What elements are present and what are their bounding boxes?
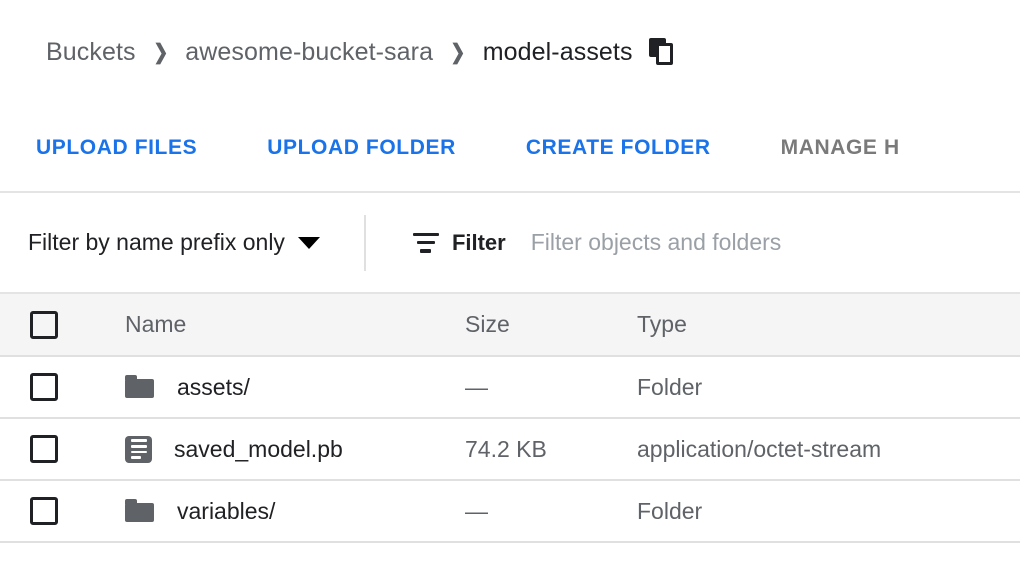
row-type-cell: application/octet-stream bbox=[637, 418, 1020, 480]
row-select-cell bbox=[0, 418, 125, 480]
filter-bar-2 bbox=[417, 241, 435, 245]
upload-files-button[interactable]: UPLOAD FILES bbox=[36, 136, 197, 160]
copy-icon[interactable] bbox=[649, 38, 677, 66]
table-header-row: Name Size Type bbox=[0, 294, 1020, 356]
breadcrumb-separator: ❯ bbox=[450, 42, 465, 63]
action-toolbar: UPLOAD FILES UPLOAD FOLDER CREATE FOLDER… bbox=[0, 104, 1020, 193]
row-name-cell: variables/ bbox=[125, 480, 465, 542]
column-header-size[interactable]: Size bbox=[465, 294, 637, 356]
filter-label: Filter bbox=[452, 230, 506, 256]
row-size-cell: — bbox=[465, 356, 637, 418]
row-size-cell: 74.2 KB bbox=[465, 418, 637, 480]
upload-folder-button[interactable]: UPLOAD FOLDER bbox=[267, 136, 456, 160]
breadcrumb: Buckets ❯ awesome-bucket-sara ❯ model-as… bbox=[0, 0, 1020, 104]
create-folder-button[interactable]: CREATE FOLDER bbox=[526, 136, 711, 160]
row-name-cell: assets/ bbox=[125, 356, 465, 418]
row-type-cell: Folder bbox=[637, 356, 1020, 418]
row-size-cell: — bbox=[465, 480, 637, 542]
object-name-link[interactable]: saved_model.pb bbox=[174, 436, 343, 463]
folder-icon bbox=[125, 496, 155, 526]
folder-icon-body bbox=[125, 379, 154, 398]
column-header-name[interactable]: Name bbox=[125, 294, 465, 356]
copy-icon-front bbox=[656, 43, 673, 65]
row-checkbox[interactable] bbox=[30, 373, 58, 401]
row-checkbox[interactable] bbox=[30, 435, 58, 463]
prefix-mode-label: Filter by name prefix only bbox=[28, 229, 285, 256]
table-row[interactable]: assets/ — Folder bbox=[0, 356, 1020, 418]
select-all-checkbox[interactable] bbox=[30, 311, 58, 339]
manage-holds-button[interactable]: MANAGE H bbox=[781, 136, 900, 160]
table-header: Name Size Type bbox=[0, 294, 1020, 356]
file-icon-line bbox=[131, 456, 141, 459]
breadcrumb-separator: ❯ bbox=[153, 42, 168, 63]
column-header-type[interactable]: Type bbox=[637, 294, 1020, 356]
filter-bar-1 bbox=[413, 233, 439, 237]
row-select-cell bbox=[0, 480, 125, 542]
folder-icon bbox=[125, 372, 155, 402]
object-name-link[interactable]: assets/ bbox=[177, 374, 250, 401]
toolbar-divider bbox=[364, 215, 366, 271]
file-icon-line bbox=[131, 451, 147, 454]
row-checkbox[interactable] bbox=[30, 497, 58, 525]
select-all-cell bbox=[0, 294, 125, 356]
filter-input[interactable] bbox=[531, 229, 951, 256]
object-table: Name Size Type assets/ — Folder bbox=[0, 294, 1020, 543]
file-icon-line bbox=[131, 445, 147, 448]
breadcrumb-item-bucket[interactable]: awesome-bucket-sara bbox=[185, 38, 433, 67]
row-select-cell bbox=[0, 356, 125, 418]
table-row[interactable]: saved_model.pb 74.2 KB application/octet… bbox=[0, 418, 1020, 480]
file-icon-line bbox=[131, 439, 147, 442]
row-name-cell: saved_model.pb bbox=[125, 418, 465, 480]
prefix-mode-dropdown[interactable]: Filter by name prefix only bbox=[28, 229, 320, 256]
table-body: assets/ — Folder saved_model.pb bbox=[0, 356, 1020, 542]
folder-icon-body bbox=[125, 503, 154, 522]
table-row[interactable]: variables/ — Folder bbox=[0, 480, 1020, 542]
filter-list-icon bbox=[413, 233, 439, 253]
chevron-down-icon bbox=[298, 237, 320, 249]
breadcrumb-item-current: model-assets bbox=[483, 38, 633, 67]
row-type-cell: Folder bbox=[637, 480, 1020, 542]
filter-toolbar: Filter by name prefix only Filter bbox=[0, 193, 1020, 294]
file-icon bbox=[125, 436, 152, 463]
object-name-link[interactable]: variables/ bbox=[177, 498, 275, 525]
breadcrumb-item-buckets[interactable]: Buckets bbox=[46, 38, 136, 67]
filter-bar-3 bbox=[420, 249, 431, 253]
